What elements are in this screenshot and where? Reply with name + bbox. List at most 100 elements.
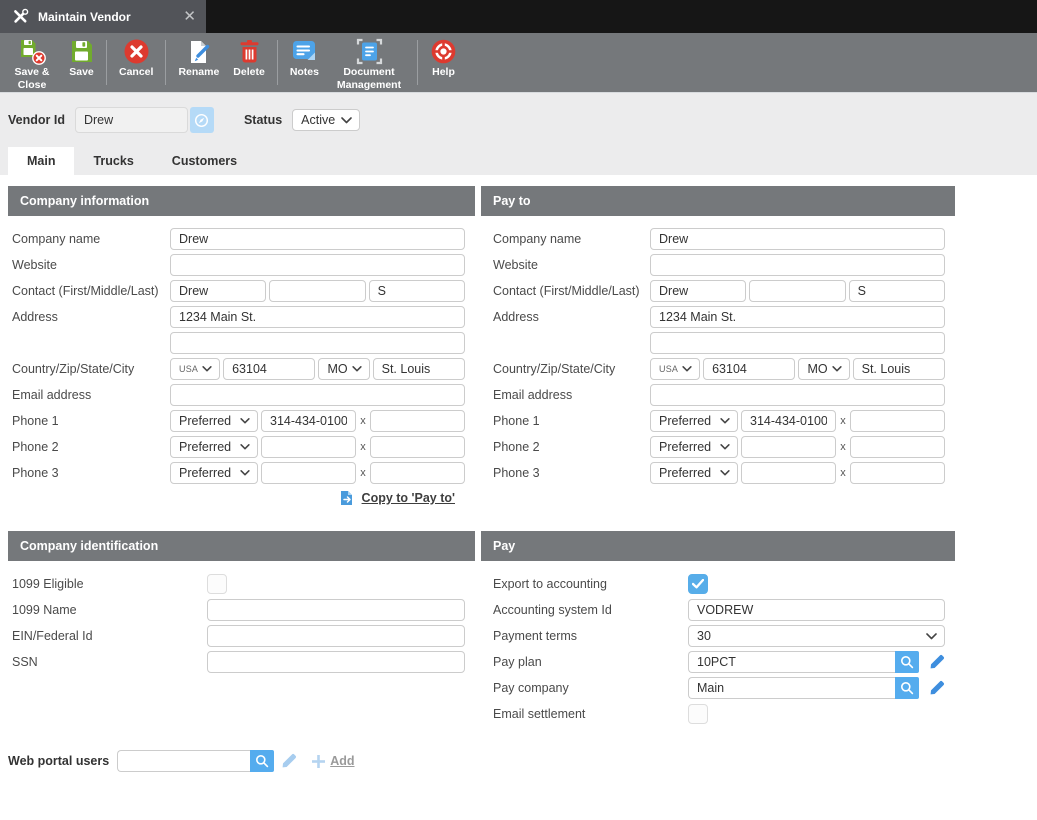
ci-phone2-type-select[interactable]: Preferred — [170, 436, 258, 458]
window-tab-maintain-vendor[interactable]: Maintain Vendor ✕ — [0, 0, 206, 33]
ci-email-input[interactable] — [170, 384, 465, 406]
ci-contact-last-input[interactable] — [369, 280, 465, 302]
pay-plan-search-button[interactable] — [895, 651, 919, 673]
web-portal-users-input[interactable] — [117, 750, 250, 772]
vendor-lookup-button[interactable] — [190, 107, 214, 133]
pay-company-search-button[interactable] — [895, 677, 919, 699]
ci-phone3-ext-input[interactable] — [370, 462, 465, 484]
phone3-label: Phone 3 — [493, 466, 650, 480]
web-portal-users-search-button[interactable] — [250, 750, 274, 772]
pay-company-input[interactable] — [688, 677, 895, 699]
pay-plan-edit-button[interactable] — [929, 654, 945, 670]
pt-phone3-ext-input[interactable] — [850, 462, 945, 484]
ci-phone1-ext-input[interactable] — [370, 410, 465, 432]
eligible-1099-checkbox[interactable] — [207, 574, 227, 594]
notes-label: Notes — [290, 66, 319, 79]
pt-website-input[interactable] — [650, 254, 945, 276]
pt-contact-last-input[interactable] — [849, 280, 945, 302]
accounting-system-id-input[interactable] — [688, 599, 945, 621]
delete-button[interactable]: Delete — [226, 33, 272, 92]
ci-address2-input[interactable] — [170, 332, 465, 354]
pt-phone3-type-select[interactable]: Preferred — [650, 462, 738, 484]
country-zip-state-city-label: Country/Zip/State/City — [493, 362, 650, 376]
pt-phone1-number-input[interactable] — [741, 410, 836, 432]
add-user-button[interactable] — [311, 754, 326, 769]
ci-city-input[interactable] — [373, 358, 465, 380]
ein-input[interactable] — [207, 625, 465, 647]
pay-company-edit-button[interactable] — [929, 680, 945, 696]
phone3-ext-x: x — [359, 467, 367, 479]
status-value: Active — [301, 113, 337, 127]
pt-contact-middle-input[interactable] — [749, 280, 845, 302]
ci-phone1-number-input[interactable] — [261, 410, 356, 432]
ci-phone2-ext-input[interactable] — [370, 436, 465, 458]
pt-phone1-ext-input[interactable] — [850, 410, 945, 432]
company-name-label: Company name — [12, 232, 170, 246]
ci-phone3-number-input[interactable] — [261, 462, 356, 484]
email-settlement-label: Email settlement — [493, 707, 688, 721]
status-select[interactable]: Active — [292, 109, 360, 131]
ci-address1-input[interactable] — [170, 306, 465, 328]
web-portal-users-edit-button[interactable] — [281, 753, 297, 769]
ssn-input[interactable] — [207, 651, 465, 673]
pt-phone2-number-input[interactable] — [741, 436, 836, 458]
ci-phone2-number-input[interactable] — [261, 436, 356, 458]
save-close-icon — [18, 38, 47, 65]
ci-zip-input[interactable] — [223, 358, 315, 380]
ci-company-name-input[interactable] — [170, 228, 465, 250]
email-settlement-checkbox[interactable] — [688, 704, 708, 724]
chevron-down-icon — [832, 366, 842, 372]
tab-main[interactable]: Main — [8, 147, 74, 175]
rename-button[interactable]: Rename — [171, 33, 226, 92]
pay-company-row: Pay company — [493, 677, 945, 699]
email-label: Email address — [12, 388, 170, 402]
payment-terms-value: 30 — [697, 629, 922, 643]
web-portal-users-lookup — [117, 750, 274, 772]
help-button[interactable]: Help — [423, 33, 464, 92]
close-icon[interactable]: ✕ — [183, 9, 196, 24]
pt-email-input[interactable] — [650, 384, 945, 406]
name-1099-input[interactable] — [207, 599, 465, 621]
ci-phone3-type-select[interactable]: Preferred — [170, 462, 258, 484]
pt-zip-input[interactable] — [703, 358, 795, 380]
export-to-accounting-checkbox[interactable] — [688, 574, 708, 594]
pt-phone2-ext-input[interactable] — [850, 436, 945, 458]
save-and-close-button[interactable]: Save & Close — [2, 33, 62, 92]
pt-state-select[interactable]: MO — [798, 358, 849, 380]
pt-contact-first-input[interactable] — [650, 280, 746, 302]
ci-country-select[interactable]: USA — [170, 358, 220, 380]
help-label: Help — [432, 66, 455, 79]
vendor-id-input[interactable] — [75, 107, 188, 133]
add-user-link[interactable]: Add — [330, 754, 354, 768]
ci-contact-first-input[interactable] — [170, 280, 266, 302]
pt-phone1-type-select[interactable]: Preferred — [650, 410, 738, 432]
pay-plan-input[interactable] — [688, 651, 895, 673]
pt-company-name-input[interactable] — [650, 228, 945, 250]
document-management-button[interactable]: Document Management — [326, 33, 412, 92]
ci-phone1-type-select[interactable]: Preferred — [170, 410, 258, 432]
save-button[interactable]: Save — [62, 33, 101, 92]
ssn-label: SSN — [12, 655, 207, 669]
pt-phone3-type-value: Preferred — [659, 466, 716, 480]
notes-button[interactable]: Notes — [283, 33, 326, 92]
toolbar: Save & Close Save Cancel Rename De — [0, 33, 1037, 93]
pt-city-input[interactable] — [853, 358, 945, 380]
tab-customers[interactable]: Customers — [153, 147, 256, 175]
cancel-button[interactable]: Cancel — [112, 33, 160, 92]
copy-to-pay-to-link[interactable]: Copy to 'Pay to' — [362, 491, 455, 505]
pt-phone3-number-input[interactable] — [741, 462, 836, 484]
cancel-icon — [123, 38, 150, 65]
company-name-label: Company name — [493, 232, 650, 246]
ci-contact-middle-input[interactable] — [269, 280, 365, 302]
pt-country-select[interactable]: USA — [650, 358, 700, 380]
pt-address1-input[interactable] — [650, 306, 945, 328]
ci-country-value: USA — [179, 364, 198, 374]
ci-website-input[interactable] — [170, 254, 465, 276]
payment-terms-select[interactable]: 30 — [688, 625, 945, 647]
address1-row: Address — [12, 306, 465, 328]
pt-phone2-type-select[interactable]: Preferred — [650, 436, 738, 458]
pencil-icon — [281, 753, 297, 769]
tab-trucks[interactable]: Trucks — [74, 147, 152, 175]
pt-address2-input[interactable] — [650, 332, 945, 354]
ci-state-select[interactable]: MO — [318, 358, 369, 380]
